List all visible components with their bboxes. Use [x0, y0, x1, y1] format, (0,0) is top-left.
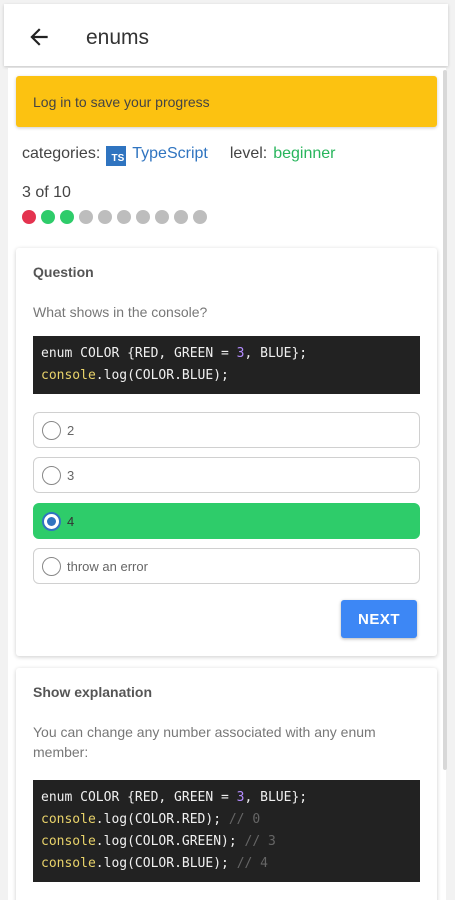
main-content: Log in to save your progress categories:…: [8, 68, 446, 900]
radio-button[interactable]: [42, 466, 61, 485]
question-code-block: enum COLOR {RED, GREEN = 3, BLUE}; consol…: [33, 336, 420, 394]
progress-dot-pending: [79, 210, 93, 224]
explanation-card: Show explanation You can change any numb…: [16, 668, 437, 900]
answer-option-label: 4: [67, 514, 75, 529]
code-token: console: [41, 856, 96, 871]
progress-dot-incorrect: [22, 210, 36, 224]
code-token: enum COLOR {RED, GREEN =: [41, 346, 237, 361]
question-heading: Question: [33, 264, 94, 280]
explanation-code-block: enum COLOR {RED, GREEN = 3, BLUE}; consol…: [33, 780, 420, 882]
code-token: , BLUE};: [244, 346, 308, 361]
answer-option-4[interactable]: throw an error: [33, 548, 420, 584]
question-card: Question What shows in the console? enum…: [16, 248, 437, 656]
radio-button[interactable]: [42, 512, 61, 531]
code-token: 3: [236, 790, 245, 805]
answer-option-3[interactable]: 4: [33, 503, 420, 539]
code-token: // 4: [236, 856, 268, 871]
explanation-code-line: console.log(COLOR.BLUE); // 4: [41, 853, 412, 875]
progress-dots: [22, 210, 207, 224]
code-token: console: [41, 812, 96, 827]
level-label: level:: [229, 145, 268, 162]
progress-dot-pending: [117, 210, 131, 224]
question-prompt: What shows in the console?: [33, 304, 208, 320]
code-token: .log(COLOR.GREEN);: [95, 834, 245, 849]
login-banner-text: Log in to save your progress: [33, 94, 210, 110]
progress-dot-pending: [174, 210, 188, 224]
back-arrow-icon[interactable]: [26, 24, 52, 50]
answer-option-label: 3: [67, 468, 75, 483]
answer-option-label: 2: [67, 423, 75, 438]
categories-label: categories:: [22, 145, 101, 162]
code-token: console: [41, 368, 96, 383]
login-banner[interactable]: Log in to save your progress: [16, 76, 437, 127]
code-token: .log(COLOR.BLUE);: [95, 368, 229, 383]
explanation-toggle[interactable]: Show explanation: [33, 684, 152, 700]
question-code-line: console.log(COLOR.BLUE);: [41, 365, 412, 387]
explanation-code-line: console.log(COLOR.RED); // 0: [41, 809, 412, 831]
explanation-text: You can change any number associated wit…: [33, 724, 376, 760]
progress-dot-pending: [193, 210, 207, 224]
code-token: // 3: [244, 834, 276, 849]
progress-dot-pending: [136, 210, 150, 224]
app-bar: enums: [4, 4, 448, 66]
code-token: console: [41, 834, 96, 849]
progress-dot-correct: [60, 210, 74, 224]
progress-counter: 3 of 10: [22, 184, 71, 201]
app-screen: enums Log in to save your progress categ…: [0, 0, 455, 900]
code-token: enum COLOR {RED, GREEN =: [41, 790, 237, 805]
explanation-code-line: console.log(COLOR.GREEN); // 3: [41, 831, 412, 853]
code-token: .log(COLOR.BLUE);: [95, 856, 237, 871]
code-token: .log(COLOR.RED);: [95, 812, 229, 827]
radio-button[interactable]: [42, 421, 61, 440]
answer-option-label: throw an error: [67, 559, 148, 574]
answer-option-2[interactable]: 3: [33, 457, 420, 493]
question-code-line: enum COLOR {RED, GREEN = 3, BLUE};: [41, 343, 412, 365]
next-button[interactable]: NEXT: [341, 600, 417, 638]
scrollbar[interactable]: [443, 70, 447, 770]
page-title: enums: [86, 26, 150, 49]
typescript-logo-icon: TS: [106, 146, 127, 166]
progress-dot-pending: [155, 210, 169, 224]
explanation-code-line: enum COLOR {RED, GREEN = 3, BLUE};: [41, 787, 412, 809]
level-value: beginner: [273, 145, 336, 162]
radio-button[interactable]: [42, 557, 61, 576]
progress-dot-correct: [41, 210, 55, 224]
answer-option-1[interactable]: 2: [33, 412, 420, 448]
quiz-meta: categories: TS TypeScript level: beginne…: [22, 144, 336, 166]
category-link[interactable]: TypeScript: [132, 145, 208, 163]
code-token: , BLUE};: [244, 790, 308, 805]
code-token: // 0: [228, 812, 261, 827]
code-token: 3: [236, 346, 245, 361]
progress-dot-pending: [98, 210, 112, 224]
